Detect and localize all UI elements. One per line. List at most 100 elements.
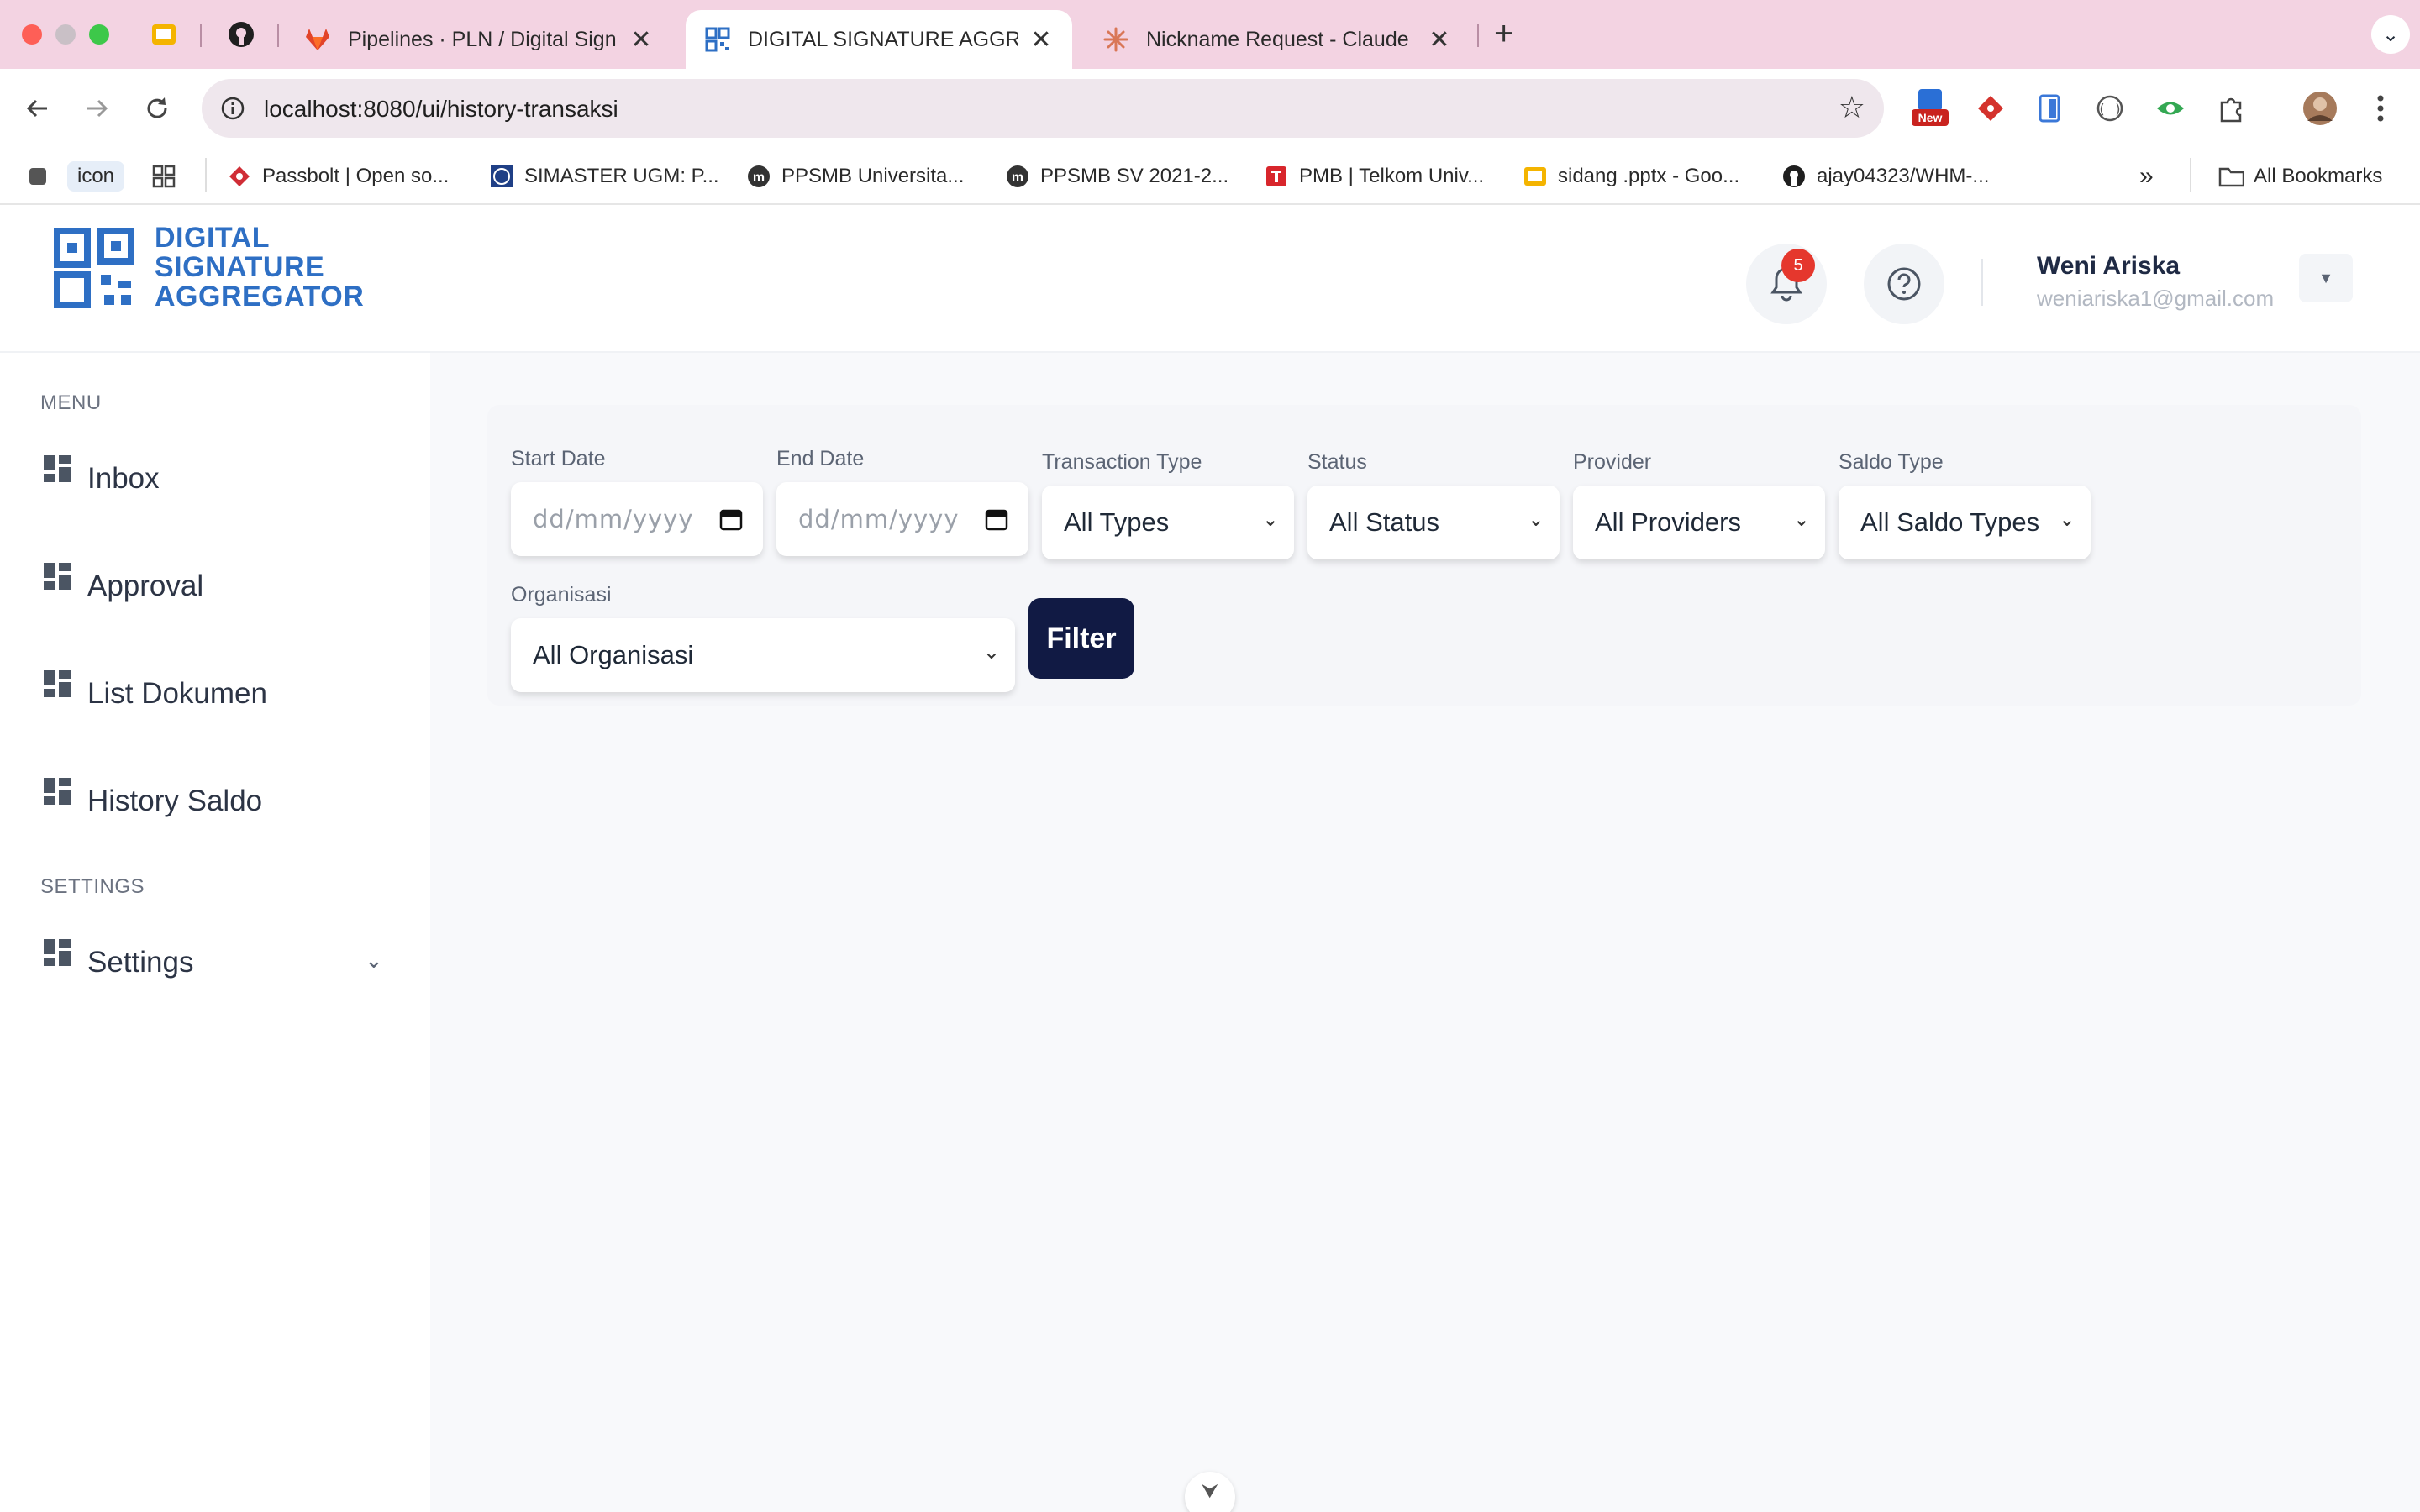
- bookmark-label: PPSMB Universita...: [781, 165, 965, 187]
- claude-icon: [1102, 26, 1129, 53]
- sidebar-item-label: History Saldo: [87, 785, 263, 817]
- profile-button[interactable]: [2299, 87, 2341, 129]
- end-date-input[interactable]: dd/mm/yyyy: [776, 482, 1028, 556]
- telkom-icon: [1264, 164, 1289, 189]
- address-bar[interactable]: localhost:8080/ui/history-transaksi ☆: [202, 79, 1884, 138]
- bookmark-passbolt[interactable]: Passbolt | Open so...: [227, 160, 449, 193]
- chevron-down-icon: ⌄: [1792, 508, 1810, 531]
- select-value: All Organisasi: [533, 640, 694, 669]
- saldo-type-select[interactable]: All Saldo Types ⌄: [1839, 486, 2091, 559]
- extension-device[interactable]: [2028, 87, 2070, 129]
- sidebar-item-approval[interactable]: Approval: [27, 563, 413, 613]
- bookmark-sidang[interactable]: sidang .pptx - Goo...: [1523, 160, 1739, 193]
- pinned-tab-slides[interactable]: [150, 20, 178, 49]
- help-circle-icon: [1887, 267, 1921, 301]
- svg-text:m: m: [1012, 171, 1023, 185]
- extension-new[interactable]: New: [1909, 87, 1951, 129]
- bookmark-label: PMB | Telkom Univ...: [1299, 165, 1485, 187]
- google-slides-icon: [1523, 164, 1548, 189]
- status-select[interactable]: All Status ⌄: [1307, 486, 1560, 559]
- help-button[interactable]: [1864, 244, 1944, 324]
- logo-line-1: DIGITAL: [155, 222, 270, 254]
- arrow-right-icon: [87, 99, 108, 118]
- app-logo[interactable]: DIGITAL SIGNATURE AGGREGATOR: [52, 223, 364, 312]
- chevron-down-icon: ⌄: [2058, 508, 2075, 531]
- bookmark-star-icon[interactable]: ☆: [1839, 90, 1865, 125]
- git-diamond-icon: [1978, 96, 2003, 121]
- puzzle-icon: [2220, 97, 2242, 123]
- browser-toolbar: localhost:8080/ui/history-transaksi ☆ Ne…: [0, 69, 2420, 148]
- bookmark-icon-chip[interactable]: icon: [67, 160, 125, 193]
- dsa-qr-logo-icon: [54, 227, 134, 308]
- new-tab-button[interactable]: +: [1494, 15, 1513, 53]
- reload-icon: [147, 97, 167, 118]
- bookmark-apps[interactable]: [151, 160, 187, 193]
- user-name: Weni Ariska: [2037, 252, 2181, 280]
- github-icon: [229, 22, 254, 47]
- tab-pipelines[interactable]: Pipelines · PLN / Digital Sign / ✕: [286, 10, 672, 69]
- window-minimize-button[interactable]: [55, 24, 76, 45]
- filter-button[interactable]: Filter: [1028, 598, 1134, 679]
- tab-title: Nickname Request - Claude: [1146, 27, 1409, 51]
- pinned-tab-github[interactable]: [227, 20, 255, 49]
- organisasi-select[interactable]: All Organisasi ⌄: [511, 618, 1015, 692]
- tab-digital-signature[interactable]: DIGITAL SIGNATURE AGGREGATOR ✕: [686, 10, 1072, 69]
- chevron-down-icon: ⮟: [1201, 1480, 1219, 1503]
- sidebar-item-list-dokumen[interactable]: List Dokumen: [27, 670, 413, 721]
- calendar-icon[interactable]: [985, 507, 1008, 531]
- provider-select[interactable]: All Providers ⌄: [1573, 486, 1825, 559]
- chevron-down-icon: ⌄: [1261, 508, 1279, 531]
- chevron-down-icon[interactable]: ⌄: [365, 948, 383, 974]
- start-date-input[interactable]: dd/mm/yyyy: [511, 482, 763, 556]
- caret-down-icon: ▼: [2318, 269, 2333, 286]
- logo-line-3: AGGREGATOR: [155, 281, 365, 312]
- sidebar-item-history-saldo[interactable]: History Saldo: [27, 778, 413, 828]
- tab-search-button[interactable]: ⌄: [2371, 15, 2410, 54]
- apps-grid-icon: [151, 164, 176, 189]
- close-icon[interactable]: ✕: [629, 25, 654, 55]
- window-maximize-button[interactable]: [89, 24, 109, 45]
- m-logo-icon: m: [1005, 164, 1030, 189]
- calendar-icon[interactable]: [719, 507, 743, 531]
- sidebar-item-inbox[interactable]: Inbox: [27, 455, 413, 506]
- extension-bracket[interactable]: ( ): [2089, 87, 2131, 129]
- window-close-button[interactable]: [22, 24, 42, 45]
- bookmark-pmb-telkom[interactable]: PMB | Telkom Univ...: [1264, 160, 1484, 193]
- bookmarks-overflow-button[interactable]: »: [2139, 160, 2154, 193]
- close-icon[interactable]: ✕: [1028, 25, 1054, 55]
- chevron-double-right-icon: »: [2139, 162, 2154, 190]
- end-date-label: End Date: [776, 447, 865, 470]
- extension-eye[interactable]: [2149, 87, 2191, 129]
- reload-button[interactable]: [136, 87, 178, 129]
- browser-menu-button[interactable]: [2360, 87, 2402, 129]
- sidebar: MENU Inbox Approval List Dokumen History…: [27, 353, 430, 1512]
- back-button[interactable]: [17, 87, 59, 129]
- bookmark-ppsmb-sv[interactable]: m PPSMB SV 2021-2...: [1005, 160, 1228, 193]
- dashboard-grid-icon: [44, 778, 71, 805]
- extension-git[interactable]: [1970, 87, 2012, 129]
- close-icon[interactable]: ✕: [1427, 25, 1452, 55]
- main-content: Start Date dd/mm/yyyy End Date dd/mm/yyy…: [430, 353, 2420, 1512]
- svg-text:m: m: [753, 171, 765, 185]
- header-divider: [1981, 259, 1983, 306]
- filter-panel: Start Date dd/mm/yyyy End Date dd/mm/yyy…: [487, 405, 2361, 706]
- sidebar-section-settings: SETTINGS: [40, 875, 145, 898]
- sidebar-item-settings[interactable]: Settings ⌄: [27, 939, 413, 990]
- transaction-type-label: Transaction Type: [1042, 450, 1202, 474]
- forward-button[interactable]: [76, 87, 118, 129]
- avatar: [2303, 92, 2337, 125]
- bookmark-simaster[interactable]: SIMASTER UGM: P...: [489, 160, 719, 193]
- url-text: localhost:8080/ui/history-transaksi: [264, 96, 618, 122]
- sidebar-item-label: Settings: [87, 946, 194, 979]
- tab-claude[interactable]: Nickname Request - Claude ✕: [1084, 10, 1470, 69]
- bookmark-label: Passbolt | Open so...: [262, 165, 450, 187]
- site-info-icon[interactable]: [215, 91, 250, 126]
- user-menu-dropdown[interactable]: ▼: [2299, 254, 2353, 302]
- transaction-type-select[interactable]: All Types ⌄: [1042, 486, 1294, 559]
- bookmark-square[interactable]: [25, 160, 60, 193]
- extensions-button[interactable]: [2210, 87, 2252, 129]
- dsa-qr-icon: [704, 26, 731, 53]
- bookmark-github-repo[interactable]: ajay04323/WHM-...: [1781, 160, 1989, 193]
- bookmark-ppsmb-univ[interactable]: m PPSMB Universita...: [746, 160, 964, 193]
- all-bookmarks-button[interactable]: All Bookmarks: [2218, 160, 2382, 193]
